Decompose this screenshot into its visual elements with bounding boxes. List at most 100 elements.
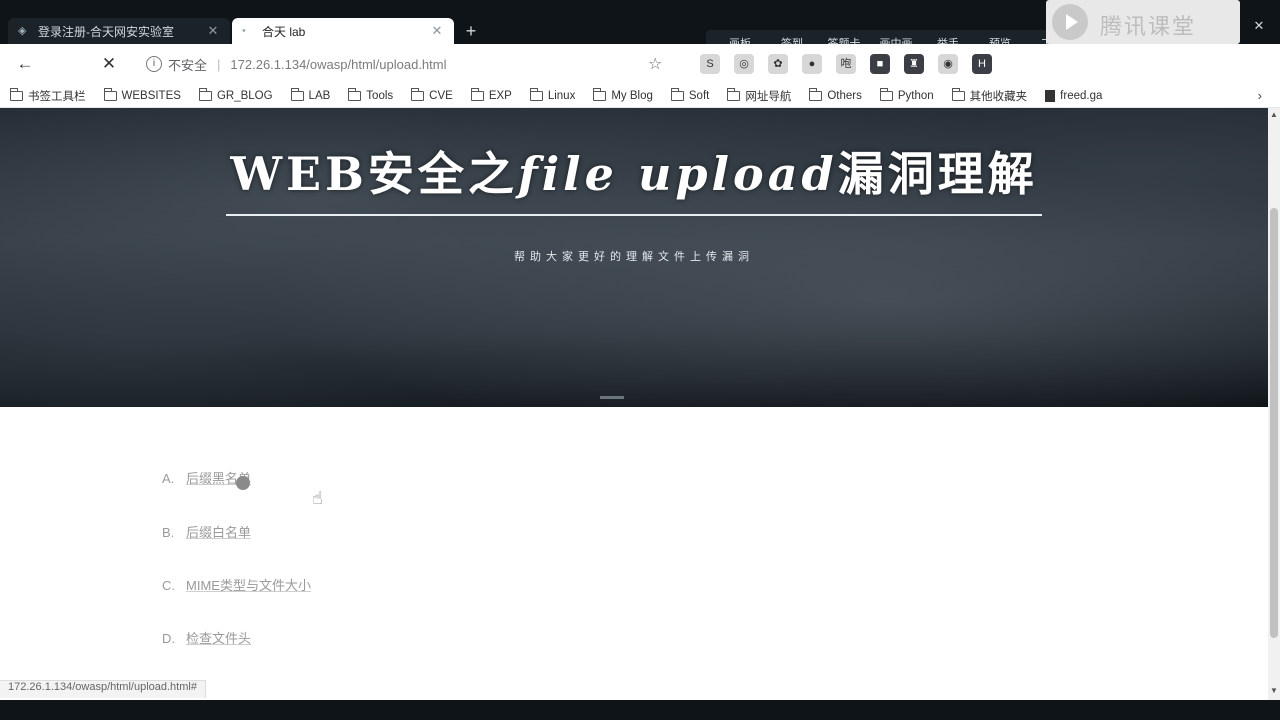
star-icon[interactable]: ☆: [648, 54, 662, 74]
stop-button[interactable]: ✕: [96, 52, 122, 76]
folder-icon: [951, 87, 965, 101]
close-window-button[interactable]: ✕: [1248, 18, 1270, 34]
extensions: S ◎ ✿ ● 咆 ■ ♜ ◉ H: [700, 54, 992, 74]
bookmark-label: GR_BLOG: [216, 89, 273, 102]
bookmark-label: 其他收藏夹: [969, 90, 1028, 103]
chevron-right-icon[interactable]: ›: [1258, 88, 1262, 103]
new-tab-button[interactable]: +: [460, 20, 482, 42]
option-label: 后缀白名单: [186, 525, 252, 540]
bookmark-label: Tools: [366, 89, 394, 102]
bookmark-label: freed.ga: [1060, 89, 1103, 102]
option-label: 检查文件头: [186, 631, 252, 646]
hero-banner: WEB安全之file upload漏洞理解 帮助大家更好的理解文件上传漏洞: [0, 108, 1268, 407]
shield-icon: ◈: [18, 25, 27, 37]
folder-icon: [809, 87, 823, 101]
play-icon: [1052, 4, 1088, 40]
title-suffix: 漏洞理解: [837, 147, 1038, 201]
folder-icon: [879, 87, 893, 101]
info-icon[interactable]: i: [146, 56, 162, 72]
omnibox[interactable]: i 不安全 | 172.26.1.134/owasp/html/upload.h…: [136, 50, 696, 78]
bookmark-label: Others: [827, 89, 862, 102]
folder-icon: [103, 87, 117, 101]
bookmark-label: Linux: [547, 89, 576, 102]
extension-icon[interactable]: ●: [802, 54, 822, 74]
bookmark-folder[interactable]: 书签工具栏: [10, 87, 86, 104]
folder-icon: [348, 87, 362, 101]
back-button[interactable]: ←: [12, 52, 38, 76]
bookmark-folder[interactable]: Soft: [670, 87, 710, 102]
bookmark-folder[interactable]: EXP: [470, 87, 512, 102]
bookmark-folder[interactable]: 其他收藏夹: [951, 87, 1028, 104]
bookmark-label: Python: [897, 89, 934, 102]
extension-icon[interactable]: ♜: [904, 54, 924, 74]
page-title: WEB安全之file upload漏洞理解: [0, 138, 1268, 204]
bookmark-folder[interactable]: LAB: [290, 87, 331, 102]
title-web: WEB: [230, 147, 368, 201]
bookmark-folder[interactable]: Python: [879, 87, 934, 102]
page-content: WEB安全之file upload漏洞理解 帮助大家更好的理解文件上传漏洞 A.…: [0, 108, 1268, 700]
bookmark-folder[interactable]: CVE: [411, 87, 453, 102]
bookmark-folder[interactable]: GR_BLOG: [198, 87, 273, 102]
bookmark-folder[interactable]: Linux: [529, 87, 576, 102]
insecure-label[interactable]: 不安全: [168, 55, 207, 74]
title-file-upload: file upload: [517, 147, 838, 201]
bookmark-folder[interactable]: 网址导航: [727, 87, 792, 104]
bookmarks-bar: 书签工具栏 WEBSITES GR_BLOG LAB Tools CVE EXP…: [0, 84, 1280, 108]
taskbar-edge: [0, 700, 1280, 720]
hand-cursor-icon: ☝: [312, 488, 323, 508]
option-letter: D.: [162, 631, 175, 646]
folder-icon: [10, 87, 23, 101]
folder-icon: [593, 87, 607, 101]
option-label: MIME类型与文件大小: [186, 578, 311, 593]
tab-hetian-lab[interactable]: • 合天 lab ✕: [232, 18, 454, 44]
page-subtitle: 帮助大家更好的理解文件上传漏洞: [514, 251, 754, 263]
bookmark-label: My Blog: [611, 89, 653, 102]
bookmark-label: 书签工具栏: [28, 90, 86, 103]
folder-icon: [670, 87, 684, 101]
cursor-highlight: [236, 476, 250, 490]
bookmark-folder[interactable]: Others: [809, 87, 862, 102]
extension-icon[interactable]: ◉: [938, 54, 958, 74]
title-divider: [226, 214, 1042, 216]
brand-text: 腾讯课堂: [1100, 14, 1197, 39]
extension-icon[interactable]: ◎: [734, 54, 754, 74]
page-icon: [1045, 89, 1056, 102]
folder-icon: [198, 87, 212, 101]
vertical-scrollbar[interactable]: ▲ ▼: [1268, 108, 1280, 700]
bookmark-folder[interactable]: Tools: [348, 87, 394, 102]
extension-icon[interactable]: ■: [870, 54, 890, 74]
tab-title: 登录注册-合天网安实验室: [38, 24, 174, 39]
option-letter: B.: [162, 525, 175, 540]
folder-icon: [411, 87, 425, 101]
close-icon[interactable]: ✕: [206, 23, 220, 39]
option-letter: C.: [162, 578, 175, 593]
bookmark-label: Soft: [688, 89, 710, 102]
scroll-indicator: [600, 396, 624, 399]
tab-title: 合天 lab: [262, 24, 306, 39]
close-icon[interactable]: ✕: [430, 23, 444, 39]
folder-icon: [529, 87, 543, 101]
tencent-classroom-logo: 腾讯课堂: [1046, 0, 1240, 44]
option-d-link[interactable]: D. 检查文件头: [162, 628, 251, 647]
bookmark-folder[interactable]: My Blog: [593, 87, 653, 102]
folder-icon: [470, 87, 484, 101]
loading-icon: •: [242, 25, 246, 37]
extension-icon[interactable]: ✿: [768, 54, 788, 74]
option-c-link[interactable]: C. MIME类型与文件大小: [162, 575, 311, 594]
bookmark-label: 网址导航: [745, 90, 792, 103]
option-b-link[interactable]: B. 后缀白名单: [162, 522, 251, 541]
url-text[interactable]: 172.26.1.134/owasp/html/upload.html: [230, 57, 446, 72]
folder-icon: [727, 87, 741, 101]
extension-icon[interactable]: S: [700, 54, 720, 74]
bookmark-label: LAB: [308, 89, 331, 102]
scroll-up-icon[interactable]: ▲: [1268, 110, 1280, 122]
bookmark-folder[interactable]: WEBSITES: [103, 87, 181, 102]
extension-icon[interactable]: H: [972, 54, 992, 74]
title-mid: 安全之: [367, 147, 518, 201]
extension-icon[interactable]: 咆: [836, 54, 856, 74]
scroll-down-icon[interactable]: ▼: [1268, 686, 1280, 698]
tab-login[interactable]: ◈ 登录注册-合天网安实验室 ✕: [8, 18, 230, 44]
scroll-thumb[interactable]: [1270, 208, 1278, 638]
status-bar: 172.26.1.134/owasp/html/upload.html#: [0, 680, 206, 698]
bookmark-link[interactable]: freed.ga: [1045, 89, 1103, 102]
